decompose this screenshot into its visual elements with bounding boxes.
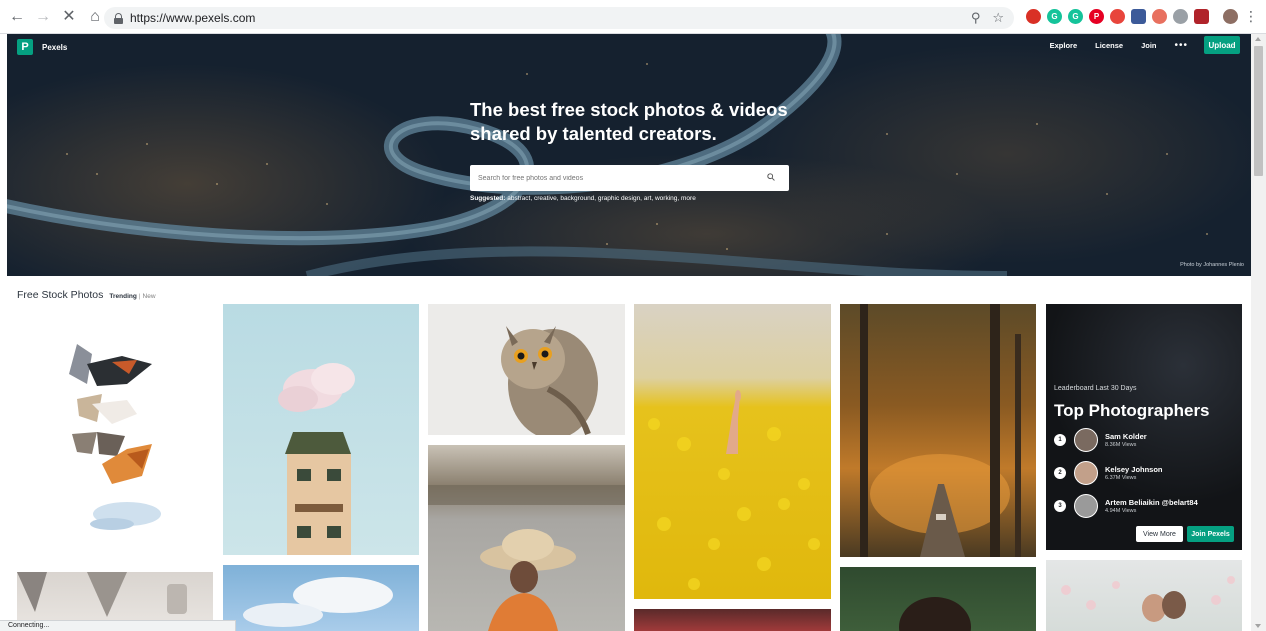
suggested-label: Suggested: [470,195,506,202]
suggested-searches: Suggested: abstract, creative, backgroun… [470,195,696,202]
photo-house-in-clouds[interactable] [223,304,419,555]
photographer-views: 8.36M Views [1105,442,1137,448]
tab-new[interactable]: New [143,293,156,300]
leaderboard-row[interactable]: 2 Kelsey Johnson 6.37M Views [1054,461,1163,485]
leaderboard-subtitle: Leaderboard Last 30 Days [1054,385,1137,392]
leaderboard-card: Leaderboard Last 30 Days Top Photographe… [1046,304,1242,550]
upload-button[interactable]: Upload [1204,36,1240,54]
leaderboard-row[interactable]: 3 Artem Beliaikin @belart84 4.94M Views [1054,494,1198,518]
rank-badge: 3 [1054,500,1066,512]
search-bar [470,165,789,191]
photo-hand-in-flower-field[interactable] [634,304,831,599]
suggested-terms[interactable]: abstract, creative, background, graphic … [507,195,696,202]
view-more-button[interactable]: View More [1136,526,1183,542]
profile-avatar-icon[interactable] [1223,9,1238,24]
avatar[interactable] [1074,428,1098,452]
lock-icon [114,12,123,24]
extension-adblock-icon[interactable] [1110,9,1125,24]
photographer-views: 4.94M Views [1105,508,1137,514]
feed-header: Free Stock Photos Trending | New [17,289,156,301]
nav-license[interactable]: License [1095,41,1123,50]
photo-owl[interactable] [428,304,625,435]
feed-title: Free Stock Photos [17,289,104,301]
leaderboard-title: Top Photographers [1054,401,1210,420]
tab-trending[interactable]: Trending [109,293,136,300]
stop-loading-icon[interactable]: ✕ [58,6,80,28]
photo-blue-sky[interactable] [223,565,419,631]
photo-credit[interactable]: Photo by Johannes Plenio [1180,262,1244,268]
extension-blue-icon[interactable] [1131,9,1146,24]
hero-banner: P Pexels Explore License Join ••• Upload… [7,34,1251,276]
nav-join[interactable]: Join [1141,41,1156,50]
city-night-background [7,34,1251,276]
photo-autumn-forest-road[interactable] [840,304,1036,557]
photographer-name[interactable]: Artem Beliaikin @belart84 [1105,498,1198,507]
browser-toolbar: ← → ✕ ⌂ https://www.pexels.com ⚲ ☆ G G P… [0,0,1266,34]
avatar[interactable] [1074,494,1098,518]
back-icon[interactable]: ← [6,6,28,28]
tab-separator: | [138,293,141,300]
photo-butterflies[interactable] [17,304,213,551]
brand-name: Pexels [42,42,68,52]
extension-grammarly-icon[interactable]: G [1047,9,1062,24]
rank-badge: 1 [1054,434,1066,446]
avatar[interactable] [1074,461,1098,485]
join-pexels-button[interactable]: Join Pexels [1187,526,1234,542]
brand[interactable]: P Pexels [17,39,67,55]
photographer-name[interactable]: Sam Kolder [1105,432,1147,441]
extension-pinterest-icon[interactable]: P [1089,9,1104,24]
extension-gear-icon[interactable] [1173,9,1188,24]
photographer-name[interactable]: Kelsey Johnson [1105,465,1163,474]
extension-maroon-icon[interactable] [1194,9,1209,24]
scroll-up-icon[interactable] [1255,37,1261,41]
browser-menu-icon[interactable]: ⋮ [1244,8,1258,25]
home-icon[interactable]: ⌂ [84,6,106,28]
url-text: https://www.pexels.com [130,11,256,25]
nav-explore[interactable]: Explore [1050,41,1078,50]
zoom-icon[interactable]: ⚲ [971,10,981,26]
status-bar: Connecting... [0,620,236,631]
extension-red-icon[interactable] [1026,9,1041,24]
top-navigation: Explore License Join ••• Upload [1050,36,1240,54]
address-bar[interactable]: https://www.pexels.com ⚲ ☆ [104,7,1014,29]
extension-green-icon[interactable]: G [1068,9,1083,24]
search-icon[interactable] [767,173,775,181]
page-scrollbar[interactable] [1251,34,1266,631]
photo-green-portrait[interactable] [840,567,1036,631]
hero-title: The best free stock photos & videos shar… [470,99,788,144]
forward-icon[interactable]: → [32,6,54,28]
extension-shield-icon[interactable] [1152,9,1167,24]
scroll-thumb[interactable] [1254,46,1263,176]
leaderboard-row[interactable]: 1 Sam Kolder 8.36M Views [1054,428,1147,452]
photo-red-lights[interactable] [634,609,831,631]
extensions-bar: G G P [1026,9,1238,24]
search-input[interactable] [478,174,758,182]
rank-badge: 2 [1054,467,1066,479]
photo-woman-straw-hat[interactable] [428,445,625,631]
bookmark-star-icon[interactable]: ☆ [992,10,1004,26]
photo-couple-flowers[interactable] [1046,560,1242,631]
photographer-views: 6.37M Views [1105,475,1137,481]
more-icon[interactable]: ••• [1174,40,1188,51]
scroll-down-icon[interactable] [1255,624,1261,628]
pexels-logo: P [17,39,33,55]
